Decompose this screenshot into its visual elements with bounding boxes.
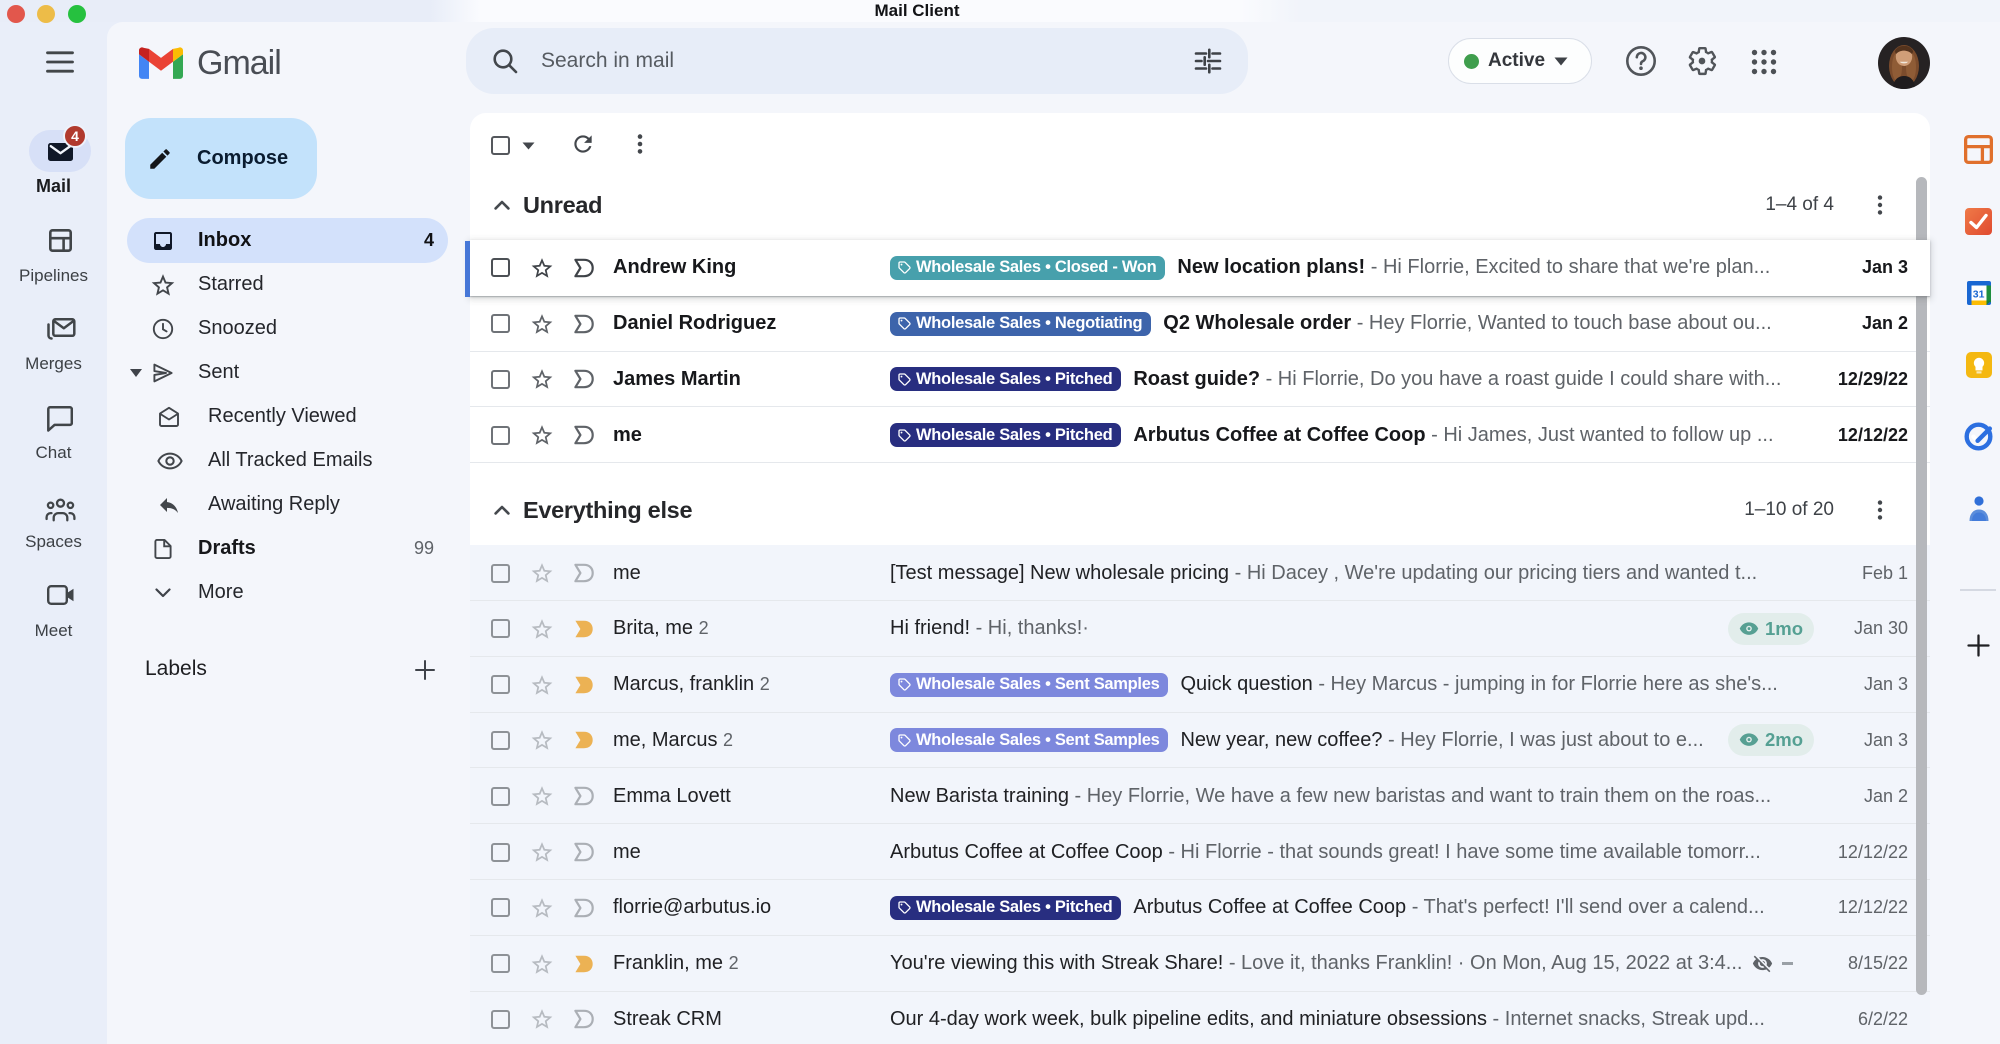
svg-text:31: 31 xyxy=(1973,289,1985,301)
